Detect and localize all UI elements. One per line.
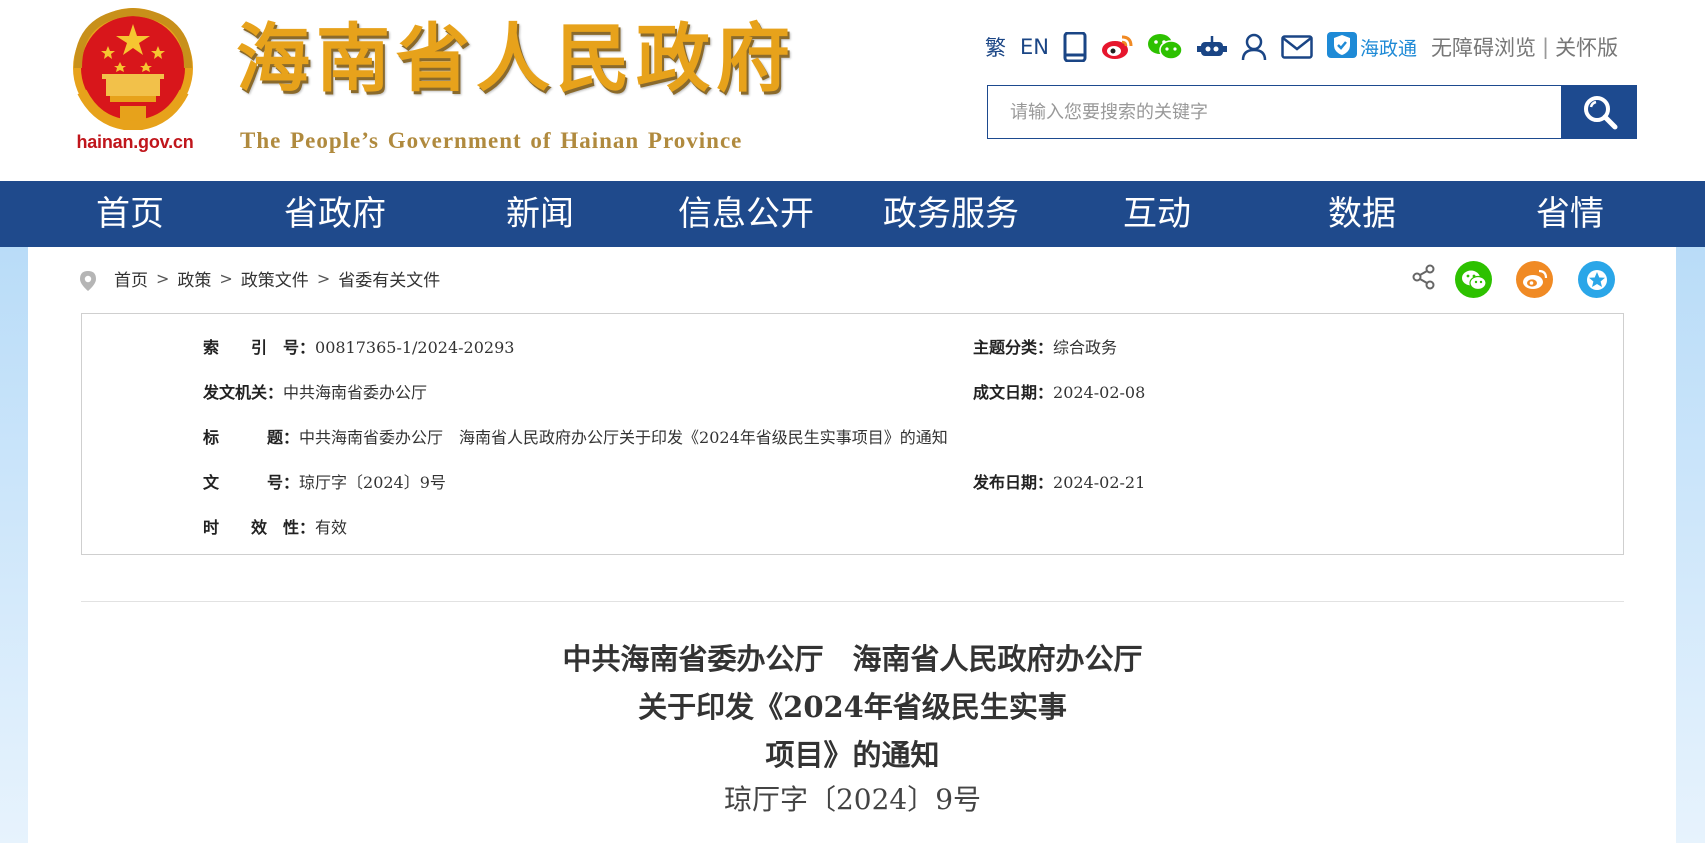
- haizhengtong-icon: [1326, 32, 1357, 62]
- document-number: 琼厅字〔2024〕9号: [723, 783, 982, 816]
- nav-item-home[interactable]: 首页: [96, 181, 164, 247]
- search-input[interactable]: [988, 86, 1538, 138]
- site-title[interactable]: 海南省人民政府: [236, 22, 796, 96]
- document-title-line-3: 项目》的通知: [765, 738, 940, 772]
- weibo-icon[interactable]: [1101, 34, 1133, 60]
- user-icon[interactable]: [1241, 33, 1267, 61]
- metadata-label: 时 效 性：: [203, 518, 316, 537]
- page-side-background-right: [1676, 247, 1705, 843]
- weibo-share-icon[interactable]: [1516, 261, 1553, 298]
- content-divider: [81, 601, 1624, 602]
- metadata-value: 中共海南省委办公厅: [283, 383, 428, 402]
- metadata-written-date: 成文日期：2024-02-08: [973, 379, 1145, 403]
- document-metadata-table: 索 引 号：00817365-1/2024-20293 主题分类：综合政务 发文…: [81, 313, 1624, 555]
- wechat-icon[interactable]: [1147, 33, 1183, 61]
- metadata-label: 主题分类：: [973, 338, 1054, 357]
- search-box: [987, 85, 1562, 139]
- metadata-label: 索 引 号：: [203, 338, 316, 357]
- mail-icon[interactable]: [1281, 35, 1313, 59]
- metadata-label: 标 题：: [203, 428, 300, 447]
- national-emblem-logo[interactable]: [68, 6, 198, 132]
- breadcrumb-home[interactable]: 首页: [114, 266, 148, 291]
- wechat-share-icon[interactable]: [1455, 261, 1492, 298]
- nav-item-province-overview[interactable]: 省情: [1536, 181, 1604, 247]
- breadcrumb: 首页 > 政策 > 政策文件 > 省委有关文件: [114, 266, 440, 291]
- metadata-value: 2024-02-08: [1053, 383, 1146, 402]
- nav-item-provincial-government[interactable]: 省政府: [284, 181, 386, 247]
- english-link[interactable]: EN: [1020, 35, 1049, 59]
- site-subtitle: The People’s Government of Hainan Provin…: [240, 128, 743, 153]
- page-side-background-left: [0, 247, 28, 843]
- toolbar-separator: |: [1542, 35, 1550, 59]
- metadata-label: 文 号：: [203, 473, 300, 492]
- nav-item-information-disclosure[interactable]: 信息公开: [678, 181, 814, 247]
- haizhengtong-link[interactable]: 海政通: [1326, 32, 1417, 62]
- header-toolbar: 繁 EN 海政通 无障碍浏览 | 关怀版: [985, 30, 1618, 64]
- metadata-value: 琼厅字〔2024〕9号: [299, 473, 446, 492]
- nav-item-interaction[interactable]: 互动: [1123, 181, 1191, 247]
- document-title-line-1: 中共海南省委办公厅 海南省人民政府办公厅: [562, 642, 1143, 676]
- breadcrumb-provincial-committee-documents[interactable]: 省委有关文件: [338, 266, 440, 291]
- elderly-care-mode-link[interactable]: 关怀版: [1555, 32, 1618, 62]
- main-nav: 首页 省政府 新闻 信息公开 政务服务 互动 数据 省情: [0, 181, 1705, 247]
- share-icon[interactable]: [1412, 264, 1436, 294]
- metadata-label: 发文机关：: [203, 383, 284, 402]
- nav-item-data[interactable]: 数据: [1328, 181, 1396, 247]
- site-domain: hainan.gov.cn: [76, 132, 194, 152]
- metadata-validity: 时 效 性：有效: [203, 514, 347, 538]
- traditional-chinese-link[interactable]: 繁: [985, 32, 1006, 62]
- accessible-browse-link[interactable]: 无障碍浏览: [1431, 32, 1536, 62]
- location-pin-icon: [79, 270, 97, 296]
- breadcrumb-separator: >: [219, 269, 233, 288]
- metadata-value: 有效: [315, 518, 348, 537]
- breadcrumb-policy[interactable]: 政策: [177, 266, 211, 291]
- metadata-published-date: 发布日期：2024-02-21: [973, 469, 1145, 493]
- search-icon: [1583, 96, 1617, 130]
- metadata-value: 综合政务: [1053, 338, 1118, 357]
- tablet-icon[interactable]: [1063, 32, 1087, 62]
- metadata-value: 00817365-1/2024-20293: [315, 338, 515, 357]
- breadcrumb-separator: >: [316, 269, 331, 288]
- favorite-star-icon[interactable]: [1578, 261, 1615, 298]
- search-button[interactable]: [1562, 85, 1637, 139]
- metadata-issuer: 发文机关：中共海南省委办公厅: [203, 379, 427, 403]
- document-title-line-2: 关于印发《2024年省级民生实事: [638, 690, 1067, 724]
- metadata-label: 发布日期：: [973, 473, 1054, 492]
- robot-icon[interactable]: [1196, 34, 1227, 60]
- metadata-index: 索 引 号：00817365-1/2024-20293: [203, 334, 514, 358]
- nav-item-government-services[interactable]: 政务服务: [883, 181, 1019, 247]
- metadata-document-number: 文 号：琼厅字〔2024〕9号: [203, 469, 446, 493]
- haizhengtong-label: 海政通: [1359, 37, 1417, 60]
- metadata-value: 中共海南省委办公厅 海南省人民政府办公厅关于印发《2024年省级民生实事项目》的…: [299, 428, 948, 447]
- breadcrumb-policy-documents[interactable]: 政策文件: [241, 266, 309, 291]
- site-header: hainan.gov.cn 海南省人民政府 The People’s Gover…: [0, 0, 1705, 181]
- metadata-title: 标 题：中共海南省委办公厅 海南省人民政府办公厅关于印发《2024年省级民生实事…: [203, 424, 948, 448]
- metadata-value: 2024-02-21: [1053, 473, 1146, 492]
- nav-item-news[interactable]: 新闻: [506, 181, 574, 247]
- metadata-topic: 主题分类：综合政务: [973, 334, 1117, 358]
- breadcrumb-separator: >: [156, 269, 170, 288]
- metadata-label: 成文日期：: [973, 383, 1054, 402]
